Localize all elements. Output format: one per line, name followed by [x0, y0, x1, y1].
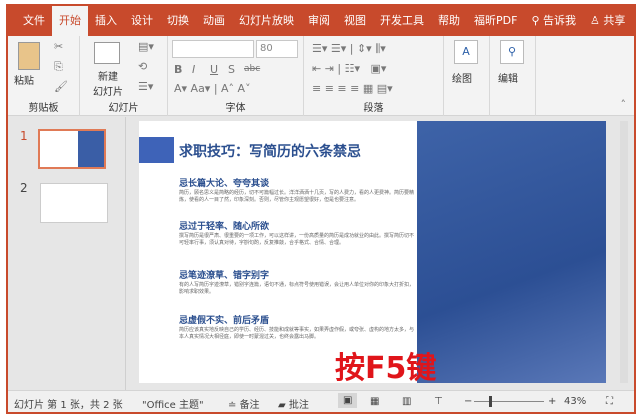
bullets-icon[interactable]: ☰▾ ☰▾ | ⇕▾ ⫼▾ [312, 42, 386, 56]
tab-transitions[interactable]: 切换 [160, 6, 196, 36]
find-icon[interactable]: ⚲ [500, 40, 524, 64]
section-body: 简历应该真实地反映自己的学历、经历、技能和成就等事实，如果弄虚作假，或夸张、虚构… [179, 327, 415, 340]
group-edit: ⚲ 编辑 [490, 36, 536, 116]
ribbon: 粘贴 ✂ ⎘ 🖌 剪贴板 新建 幻灯片 ▤▾ ⟲ ☰▾ 幻灯片 80 B I U … [8, 36, 634, 116]
group-draw: A 绘图 [444, 36, 490, 116]
zoom-in-button[interactable]: + [548, 396, 556, 407]
tab-file[interactable]: 文件 [16, 6, 52, 36]
new-slide-icon[interactable] [94, 42, 120, 64]
tab-help[interactable]: 帮助 [431, 6, 467, 36]
section-icon[interactable]: ☰▾ [138, 80, 153, 93]
bold-button[interactable]: B [174, 63, 182, 76]
section-heading: 忌过于轻率、随心所欲 [179, 222, 270, 232]
edit-button[interactable]: 编辑 [498, 70, 518, 85]
section-heading: 忌长篇大论、夸夸其谈 [179, 179, 270, 189]
theme-name: "Office 主题" [142, 400, 204, 411]
zoom-level[interactable]: 43% [564, 396, 586, 407]
tab-animations[interactable]: 动画 [196, 6, 232, 36]
underline-button[interactable]: U [210, 63, 218, 76]
normal-view-icon[interactable]: ▣ [338, 393, 358, 408]
group-clipboard: 粘贴 ✂ ⎘ 🖌 剪贴板 [8, 36, 80, 116]
paste-button[interactable]: 粘贴 [14, 72, 34, 87]
strikethrough-button[interactable]: abc [244, 64, 260, 74]
zoom-out-button[interactable]: − [464, 396, 472, 407]
indent-icon[interactable]: ⇤ ⇥ | ☷▾ ▣▾ [312, 62, 386, 75]
slide-title: 求职技巧：写简历的六条禁忌 [179, 144, 361, 160]
vertical-scrollbar[interactable] [620, 121, 628, 383]
slide-thumbnail-pane: 1 2 [8, 117, 126, 390]
title-accent-bar [139, 137, 174, 163]
group-font: 80 B I U S abc A▾ Aa▾ | A˄ A˅ 字体 [168, 36, 304, 116]
reading-view-icon[interactable]: ▥ [402, 396, 411, 407]
fit-slide-icon[interactable]: ⛶ [606, 396, 613, 407]
font-color-icon[interactable]: A▾ Aa▾ | A˄ A˅ [174, 82, 251, 95]
notes-button[interactable]: ≐ 备注 [228, 396, 260, 411]
font-name-field[interactable] [172, 40, 254, 58]
search-icon: ⚲ [531, 14, 543, 27]
tab-view[interactable]: 视图 [337, 6, 373, 36]
zoom-slider[interactable] [474, 396, 544, 407]
comments-button[interactable]: ▰ 批注 [278, 396, 309, 411]
slide-photo [417, 121, 606, 383]
section-body: 有的人写简历字迹潦草，错别字连篇，语句不通，标点符号使用错误，会让用人单位对你的… [179, 282, 415, 295]
f5-overlay-text: 按F5键 [335, 351, 437, 383]
slideshow-icon[interactable]: ⊤ [434, 396, 443, 407]
section-body: 简历，顾名思义是简略的经历，切不可篇幅过长。洋洋洒洒十几页，写的人费力，看的人更… [179, 190, 415, 203]
align-icon[interactable]: ≡ ≡ ≡ ≡ ▦ ▤▾ [312, 82, 393, 95]
zoom-slider-thumb[interactable] [489, 396, 492, 407]
new-slide-button[interactable]: 新建 幻灯片 [86, 68, 130, 98]
format-painter-icon[interactable]: 🖌 [54, 80, 68, 93]
share-button[interactable]: ♙ 共享 [583, 6, 632, 36]
tab-insert[interactable]: 插入 [88, 6, 124, 36]
tab-developer[interactable]: 开发工具 [373, 6, 431, 36]
group-paragraph: ☰▾ ☰▾ | ⇕▾ ⫼▾ ⇤ ⇥ | ☷▾ ▣▾ ≡ ≡ ≡ ≡ ▦ ▤▾ 段… [304, 36, 444, 116]
status-bar: 幻灯片 第 1 张，共 2 张 "Office 主题" ≐ 备注 ▰ 批注 ▣ … [8, 390, 634, 412]
tab-slideshow[interactable]: 幻灯片放映 [232, 6, 301, 36]
powerpoint-window: 文件 开始 插入 设计 切换 动画 幻灯片放映 审阅 视图 开发工具 帮助 福昕… [6, 4, 636, 414]
font-size-field[interactable]: 80 [256, 40, 298, 58]
slide-thumbnail-1[interactable] [38, 129, 106, 169]
draw-icon[interactable]: A [454, 40, 478, 64]
layout-icon[interactable]: ▤▾ [138, 40, 154, 53]
tab-foxit-pdf[interactable]: 福昕PDF [467, 6, 524, 36]
slide-sorter-icon[interactable]: ▦ [370, 396, 379, 407]
slide-editor: 求职技巧：写简历的六条禁忌 忌长篇大论、夸夸其谈 简历，顾名思义是简略的经历，切… [127, 117, 632, 390]
user-icon: ♙ [590, 14, 604, 27]
draw-button[interactable]: 绘图 [452, 70, 472, 85]
slide-thumbnail-2[interactable] [40, 183, 108, 223]
section-heading: 忌笔迹潦草、错字别字 [179, 271, 270, 281]
reset-icon[interactable]: ⟲ [138, 60, 147, 73]
section-heading: 忌虚假不实、前后矛盾 [179, 316, 270, 326]
tab-review[interactable]: 审阅 [301, 6, 337, 36]
section-body: 撰写简历是很严肃、很重要的一项工作，可以这样讲，一份高质量的简历是成功就业的由此… [179, 233, 415, 246]
shadow-button[interactable]: S [228, 63, 235, 76]
slide-counter: 幻灯片 第 1 张，共 2 张 [14, 400, 123, 411]
cut-icon[interactable]: ✂ [54, 40, 63, 53]
collapse-ribbon-icon[interactable]: ˄ [621, 98, 627, 111]
italic-button[interactable]: I [192, 63, 195, 76]
copy-icon[interactable]: ⎘ [54, 60, 63, 74]
tab-design[interactable]: 设计 [124, 6, 160, 36]
group-slides: 新建 幻灯片 ▤▾ ⟲ ☰▾ 幻灯片 [80, 36, 168, 116]
ribbon-tabs: 文件 开始 插入 设计 切换 动画 幻灯片放映 审阅 视图 开发工具 帮助 福昕… [8, 6, 634, 36]
tell-me[interactable]: ⚲ 告诉我 [524, 6, 583, 36]
tab-home[interactable]: 开始 [52, 6, 88, 36]
paste-icon[interactable] [18, 42, 40, 70]
slide-canvas[interactable]: 求职技巧：写简历的六条禁忌 忌长篇大论、夸夸其谈 简历，顾名思义是简略的经历，切… [139, 121, 606, 383]
